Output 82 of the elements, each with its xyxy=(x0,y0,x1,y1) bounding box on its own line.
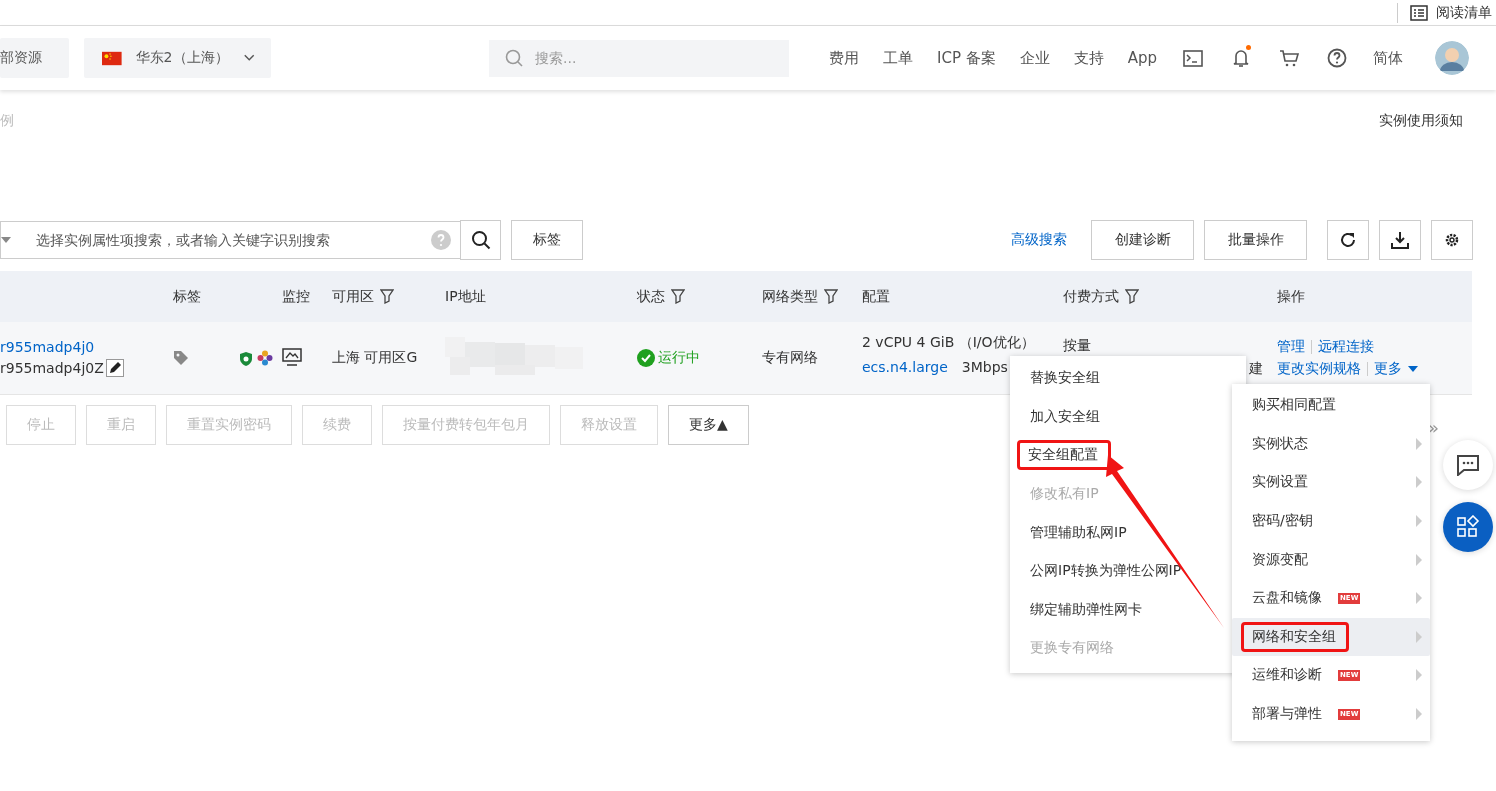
caret-down-icon xyxy=(1,237,11,243)
search-icon xyxy=(505,49,523,67)
list-icon xyxy=(1410,4,1428,21)
config-text: 2 vCPU 4 GiB （I/O优化） xyxy=(862,333,1035,352)
flower-icon xyxy=(257,350,273,366)
column-header: 标签 xyxy=(173,287,201,306)
reading-list-link[interactable]: 阅读清单 xyxy=(1436,3,1492,22)
avatar-icon xyxy=(1435,41,1470,75)
manage-link[interactable]: 管理 xyxy=(1277,338,1305,356)
instance-name: r955madp4j0Z xyxy=(0,360,104,376)
instance-id-link[interactable]: r955madp4j0 xyxy=(0,339,95,355)
download-button[interactable] xyxy=(1379,220,1421,260)
resource-label: 部资源 xyxy=(0,49,42,67)
nav-link[interactable]: 费用 xyxy=(817,48,871,68)
notice-link[interactable]: 实例使用须知 xyxy=(1379,112,1463,152)
monitor-icon xyxy=(282,347,302,366)
settings-button[interactable] xyxy=(1431,220,1473,260)
chat-icon xyxy=(1456,454,1480,476)
nav-link[interactable]: 工单 xyxy=(871,48,925,68)
edit-button[interactable] xyxy=(105,359,124,377)
nav-link[interactable]: App xyxy=(1115,49,1170,67)
column-header: IP地址 xyxy=(445,287,486,306)
notification-dot xyxy=(1246,45,1252,50)
column-header: 状态 xyxy=(637,287,665,306)
change-spec-link[interactable]: 更改实例规格 xyxy=(1277,360,1361,378)
menu-item[interactable]: 实例设置 xyxy=(1232,463,1430,502)
menu-item[interactable]: 密码/密钥 xyxy=(1232,501,1430,541)
zone-text: 上海 可用区G xyxy=(332,349,419,367)
apps-icon xyxy=(1456,515,1480,539)
caret-down-icon xyxy=(1408,366,1418,372)
download-icon xyxy=(1391,231,1409,249)
more-link[interactable]: 更多 xyxy=(1374,360,1402,378)
refresh-button[interactable] xyxy=(1327,220,1369,260)
column-header: 监控 xyxy=(282,287,310,306)
chat-button[interactable] xyxy=(1443,440,1493,490)
region-selector[interactable]: 华东2（上海） xyxy=(84,38,271,78)
bell-icon xyxy=(1232,48,1251,68)
highlight-frame: 网络和安全组 xyxy=(1242,622,1348,651)
help-icon xyxy=(1327,48,1348,68)
pencil-icon xyxy=(107,361,122,375)
settings-icon xyxy=(1444,232,1460,248)
menu-item[interactable]: 网络和安全组 xyxy=(1232,617,1430,657)
highlight-frame: 安全组配置 xyxy=(1018,441,1110,470)
column-header: 操作 xyxy=(1277,287,1305,306)
search-field[interactable]: 搜索... xyxy=(489,39,789,77)
toolbar-button[interactable]: 创建诊断 xyxy=(1091,220,1194,260)
language-link[interactable]: 简体 xyxy=(1361,48,1416,68)
refresh-icon xyxy=(1339,231,1357,249)
region-label: 华东2（上海） xyxy=(135,49,229,67)
action-button[interactable]: 更多▲ xyxy=(668,405,749,445)
help-icon xyxy=(431,230,451,250)
search-input[interactable]: 搜索... xyxy=(533,49,777,67)
shield-icon xyxy=(239,350,253,366)
flag-icon xyxy=(102,50,122,66)
column-header: 网络类型 xyxy=(762,287,818,306)
nav-link[interactable]: 支持 xyxy=(1061,48,1116,68)
cart-icon xyxy=(1279,49,1300,67)
resource-selector[interactable]: 部资源 xyxy=(0,38,69,78)
status-text: 运行中 xyxy=(658,349,700,367)
search-field[interactable]: 选择实例属性项搜索，或者输入关键字识别搜索 xyxy=(0,221,460,259)
spec-link[interactable]: ecs.n4.large xyxy=(862,357,948,378)
network-type: 专有网络 xyxy=(762,349,819,367)
menu-item[interactable]: 资源变配 xyxy=(1232,540,1430,579)
tag-icon xyxy=(173,350,189,366)
remote-connect-link[interactable]: 远程连接 xyxy=(1318,338,1374,356)
search-icon xyxy=(470,230,491,250)
column-header: 可用区 xyxy=(332,287,374,306)
tag-button[interactable]: 标签 xyxy=(511,220,583,260)
toolbar-button[interactable]: 批量操作 xyxy=(1204,220,1307,260)
billing-text: 按量 xyxy=(1063,337,1091,355)
apps-button[interactable] xyxy=(1443,502,1493,552)
nav-link[interactable]: ICP 备案 xyxy=(925,48,1008,68)
nav-link[interactable]: 企业 xyxy=(1007,48,1062,68)
search-button[interactable] xyxy=(460,220,501,260)
billing-text: 建 xyxy=(1249,360,1263,378)
column-header: 付费方式 xyxy=(1063,287,1119,306)
advanced-search-link[interactable]: 高级搜索 xyxy=(1011,231,1067,249)
column-header: 配置 xyxy=(862,287,890,306)
menu-item[interactable]: 实例状态 xyxy=(1232,424,1430,464)
bandwidth-text: 3Mbps xyxy=(961,358,1008,377)
check-circle-icon xyxy=(637,349,655,367)
terminal-icon xyxy=(1183,49,1204,67)
